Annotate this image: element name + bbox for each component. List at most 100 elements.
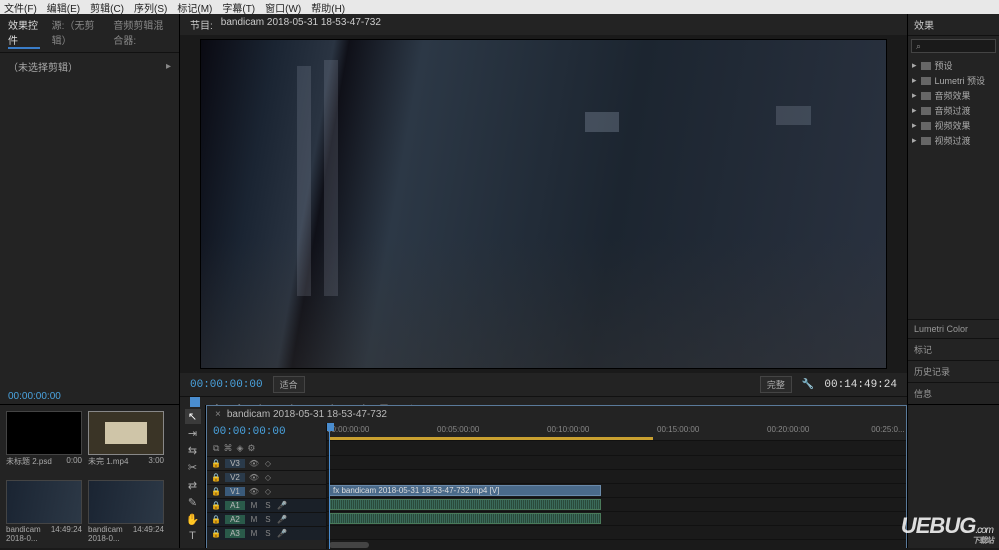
zoom-fit-dropdown[interactable]: 适合 [273,376,305,393]
solo-button[interactable]: S [263,529,273,539]
audio-clip[interactable] [329,499,601,510]
track-lane-v3[interactable] [327,455,906,469]
timeline-playhead[interactable] [329,423,330,549]
effect-controls-panel: 效果控件 源:（无剪辑） 音频剪辑混合器: （未选择剪辑） ▸ 00:00:00… [0,14,180,404]
resolution-dropdown[interactable]: 完整 [760,376,792,393]
menu-clip[interactable]: 剪辑(C) [90,0,124,15]
menu-subtitle[interactable]: 字幕(T) [222,0,255,15]
lock-icon[interactable]: 🔒 [211,473,221,482]
razor-tool[interactable]: ✂ [185,460,201,475]
settings-icon[interactable]: ⚙ [247,443,255,454]
lock-icon[interactable]: 🔒 [211,501,221,510]
track-header-a1[interactable]: 🔒A1MS🎤 [207,498,326,512]
effects-folder-video-trans[interactable]: ▸视频过渡 [912,133,995,148]
link-toggle-icon[interactable]: ⌘ [223,443,232,454]
source-timecode[interactable]: 00:00:00:00 [0,389,179,404]
project-item[interactable]: bandicam 2018-0...14:49:24 [88,480,164,544]
project-item[interactable]: 未完 1.mp43:00 [88,411,164,468]
tab-markers[interactable]: 标记 [908,338,999,360]
chevron-right-icon[interactable]: ▸ [166,61,171,72]
track-lane-v2[interactable] [327,469,906,483]
toggle-output-icon[interactable]: 👁 [249,487,259,497]
program-timecode-current[interactable]: 00:00:00:00 [190,379,263,391]
lock-icon[interactable]: 🔒 [211,515,221,524]
thumbnail [88,411,164,455]
tab-source-none[interactable]: 源:（无剪辑） [52,17,102,49]
program-label: 节目: [190,17,213,32]
effects-folder-audio-fx[interactable]: ▸音频效果 [912,88,995,103]
timeline-timecode[interactable]: 00:00:00:00 [207,423,326,441]
effects-folder-audio-trans[interactable]: ▸音频过渡 [912,103,995,118]
program-monitor-footer: 00:00:00:00 适合 完整 🔧 00:14:49:24 [180,373,907,396]
tab-audio-mixer[interactable]: 音频剪辑混合器: [113,17,171,49]
tab-effect-controls[interactable]: 效果控件 [8,17,40,49]
tab-history[interactable]: 历史记录 [908,360,999,382]
track-header-a2[interactable]: 🔒A2MS🎤 [207,512,326,526]
mute-button[interactable]: M [249,501,259,511]
lock-icon[interactable]: 🔒 [211,529,221,538]
program-playhead-icon[interactable] [190,397,200,407]
effects-tree: ▸预设 ▸Lumetri 预设 ▸音频效果 ▸音频过渡 ▸视频效果 ▸视频过渡 [908,56,999,150]
effects-folder-lumetri[interactable]: ▸Lumetri 预设 [912,73,995,88]
project-item[interactable]: 未标题 2.psd0:00 [6,411,82,468]
track-header-v3[interactable]: 🔒V3👁◇ [207,456,326,470]
solo-button[interactable]: S [263,501,273,511]
timeline-ruler[interactable]: 00:00:00:00 00:05:00:00 00:10:00:00 00:1… [327,423,906,441]
track-select-tool[interactable]: ⇥ [185,426,201,441]
ripple-edit-tool[interactable]: ⇆ [185,443,201,458]
bottom-area: 未标题 2.psd0:00 未完 1.mp43:00 bandicam 2018… [0,404,999,548]
effects-search-input[interactable]: ⌕ [911,39,996,53]
effects-folder-presets[interactable]: ▸预设 [912,58,995,73]
close-icon[interactable]: × [215,409,221,420]
program-monitor-viewport[interactable] [180,35,907,373]
clip-fx-icon: fx [333,486,339,495]
voiceover-icon[interactable]: 🎤 [277,501,287,511]
voiceover-icon[interactable]: 🎤 [277,515,287,525]
type-tool[interactable]: T [185,529,201,544]
track-header-v1[interactable]: 🔒V1👁◇ [207,484,326,498]
video-clip[interactable]: fx bandicam 2018-05-31 18-53-47-732.mp4 … [329,485,601,496]
effects-folder-video-fx[interactable]: ▸视频效果 [912,118,995,133]
audio-clip[interactable] [329,513,601,524]
track-lane-a3[interactable] [327,525,906,539]
track-lane-v1[interactable]: fx bandicam 2018-05-31 18-53-47-732.mp4 … [327,483,906,497]
folder-icon [921,137,931,145]
work-area-bar[interactable] [329,437,653,440]
timeline-tracks-area[interactable]: 00:00:00:00 00:05:00:00 00:10:00:00 00:1… [327,423,906,549]
menu-help[interactable]: 帮助(H) [311,0,345,15]
lock-icon[interactable]: 🔒 [211,487,221,496]
track-lane-a1[interactable] [327,497,906,511]
mute-button[interactable]: M [249,515,259,525]
menu-marker[interactable]: 标记(M) [177,0,212,15]
track-header-v2[interactable]: 🔒V2👁◇ [207,470,326,484]
track-header-a3[interactable]: 🔒A3MS🎤 [207,526,326,540]
marker-toggle-icon[interactable]: ◈ [236,443,243,454]
selection-tool[interactable]: ↖ [185,409,201,424]
hand-tool[interactable]: ✋ [185,512,201,527]
menu-file[interactable]: 文件(F) [4,0,37,15]
menu-sequence[interactable]: 序列(S) [134,0,167,15]
program-sequence-name: bandicam 2018-05-31 18-53-47-732 [221,17,381,32]
pen-tool[interactable]: ✎ [185,495,201,510]
scroll-thumb[interactable] [329,542,369,548]
tab-info[interactable]: 信息 [908,382,999,404]
track-lane-a2[interactable] [327,511,906,525]
tab-lumetri-color[interactable]: Lumetri Color [908,319,999,338]
no-clip-selected-label: （未选择剪辑） [8,59,78,74]
project-item[interactable]: bandicam 2018-0...14:49:24 [6,480,82,544]
mute-button[interactable]: M [249,529,259,539]
wrench-icon[interactable]: 🔧 [802,379,814,390]
lock-icon[interactable]: 🔒 [211,459,221,468]
slip-tool[interactable]: ⇄ [185,478,201,493]
solo-button[interactable]: S [263,515,273,525]
menu-edit[interactable]: 编辑(E) [47,0,80,15]
program-monitor-header: 节目: bandicam 2018-05-31 18-53-47-732 [180,14,907,35]
toggle-output-icon[interactable]: 👁 [249,473,259,483]
menu-window[interactable]: 窗口(W) [265,0,301,15]
snap-toggle-icon[interactable]: ⧉ [213,443,219,454]
program-scrubber[interactable] [180,396,907,397]
effects-panel-title: 效果 [908,14,999,36]
voiceover-icon[interactable]: 🎤 [277,529,287,539]
folder-icon [921,107,931,115]
toggle-output-icon[interactable]: 👁 [249,459,259,469]
